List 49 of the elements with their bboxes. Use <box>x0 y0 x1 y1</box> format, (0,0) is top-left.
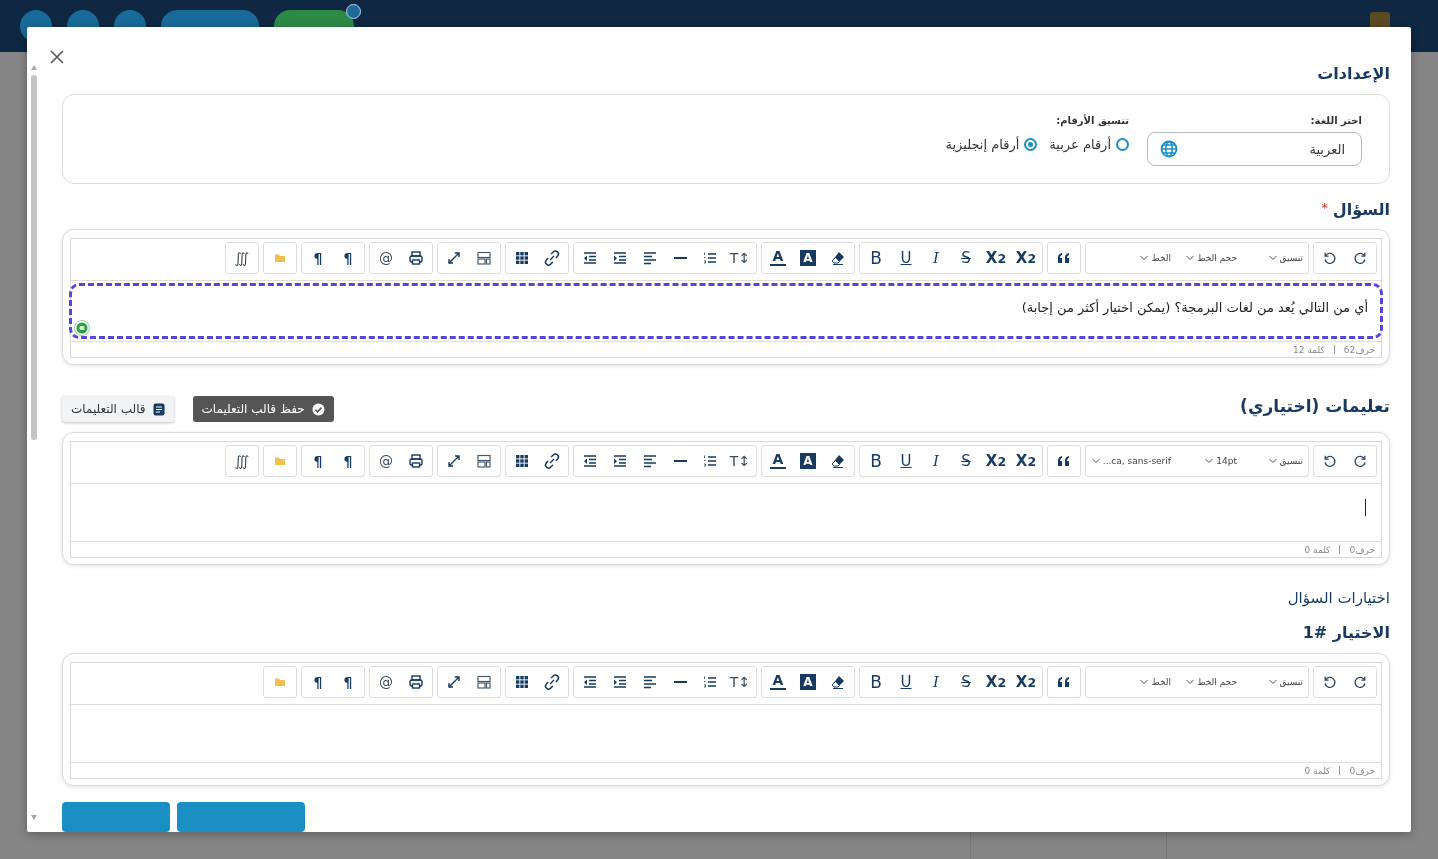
toolbar-button[interactable]: T↕ <box>725 446 755 476</box>
radio-option[interactable]: أرقام عربية <box>1049 137 1129 152</box>
character-count: حرف0 <box>1349 544 1375 555</box>
toolbar-button[interactable]: A <box>800 453 816 469</box>
toolbar-button[interactable]: S <box>951 243 981 273</box>
toolbar-button[interactable]: U <box>891 243 921 273</box>
toolbar-button[interactable]: U <box>891 446 921 476</box>
word-count: كلمة 0 <box>1304 544 1331 555</box>
toolbar-button[interactable]: ¶ <box>333 667 363 697</box>
template-button[interactable]: حفظ قالب التعليمات <box>192 396 334 422</box>
toolbar-button[interactable]: ¶ <box>333 446 363 476</box>
toolbar-button[interactable]: T↕ <box>725 667 755 697</box>
language-select[interactable]: العربية <box>1147 132 1362 166</box>
character-count: حرف62 <box>1343 344 1375 355</box>
question-text: أي من التالي يُعد من لغات البرمجة؟ (يمكن اختيار أكثر من إجابة) <box>1021 300 1368 315</box>
toolbar-button[interactable]: ∭ <box>227 243 257 273</box>
field-label: تنسيق الأرقام: <box>1055 115 1129 126</box>
toolbar-button[interactable]: A <box>800 674 816 690</box>
toolbar-button[interactable]: S <box>951 446 981 476</box>
choice-title: الاختيار #1 <box>1302 623 1390 642</box>
toolbar-button[interactable]: ∭ <box>227 446 257 476</box>
toolbar-button[interactable]: U <box>891 667 921 697</box>
toolbar-button[interactable]: B <box>861 667 891 697</box>
section-title: اختيارات السؤال <box>1287 589 1390 607</box>
toolbar-button[interactable]: I <box>921 446 951 476</box>
section-title: تعليمات (اختياري) <box>1240 396 1390 416</box>
template-button[interactable]: قالب التعليمات <box>62 396 174 422</box>
word-count: كلمة 0 <box>1304 765 1331 776</box>
toolbar-button[interactable]: ¶ <box>303 667 333 697</box>
required-mark: * <box>1321 200 1328 215</box>
toolbar-button[interactable]: S <box>951 667 981 697</box>
toolbar-button[interactable]: A <box>770 672 786 690</box>
section-title: الإعدادات <box>1317 64 1390 83</box>
toolbar-button[interactable]: A <box>800 250 816 266</box>
toolbar-button[interactable]: ¶ <box>333 243 363 273</box>
toolbar-button[interactable]: A <box>770 248 786 266</box>
toolbar-button[interactable]: T↕ <box>725 243 755 273</box>
toolbar-button[interactable]: I <box>921 667 951 697</box>
word-count: كلمة 12 <box>1293 344 1325 355</box>
section-title: السؤال <box>1332 200 1390 219</box>
toolbar-button[interactable]: I <box>921 243 951 273</box>
toolbar-button[interactable]: B <box>861 446 891 476</box>
toolbar-button[interactable]: A <box>770 451 786 469</box>
toolbar-button[interactable]: B <box>861 243 891 273</box>
toolbar-button[interactable]: ¶ <box>303 243 333 273</box>
character-count: حرف0 <box>1349 765 1375 776</box>
field-label: اختر اللغة: <box>1309 115 1362 126</box>
toolbar-button[interactable]: ¶ <box>303 446 333 476</box>
radio-option[interactable]: أرقام إنجليزية <box>945 137 1038 152</box>
